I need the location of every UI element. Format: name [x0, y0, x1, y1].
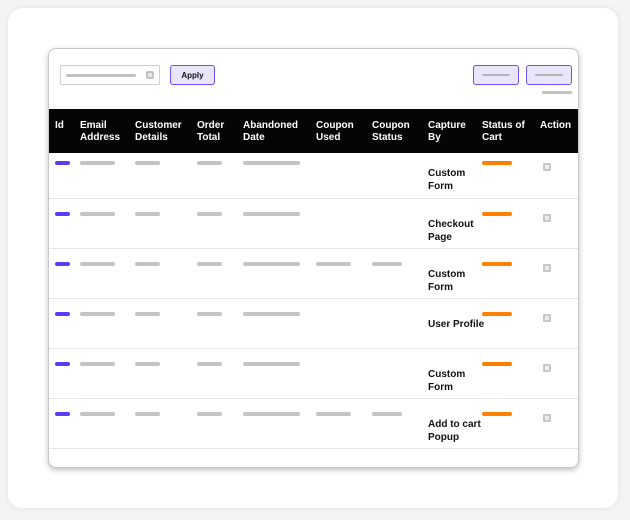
abandoned-carts-panel: Apply Id Email Address Customer Details …	[48, 48, 579, 468]
email-placeholder	[80, 362, 115, 366]
toolbar-button-2[interactable]	[526, 65, 572, 85]
action-icon[interactable]	[543, 214, 551, 222]
action-icon[interactable]	[543, 414, 551, 422]
order-total-placeholder	[197, 362, 222, 366]
order-total-placeholder	[197, 312, 222, 316]
abandoned-date-placeholder	[243, 412, 300, 416]
column-header-date[interactable]: Abandoned Date	[243, 120, 305, 144]
table-row: Checkout Page	[49, 198, 578, 249]
email-placeholder	[80, 262, 115, 266]
clear-icon[interactable]	[146, 71, 154, 79]
customer-placeholder	[135, 262, 160, 266]
apply-button[interactable]: Apply	[170, 65, 215, 85]
customer-placeholder	[135, 212, 160, 216]
search-input[interactable]	[60, 65, 160, 85]
abandoned-date-placeholder	[243, 262, 300, 266]
id-link-placeholder	[55, 161, 70, 165]
capture-by-text: Custom Form	[428, 168, 466, 192]
table-row: User Profile	[49, 298, 578, 349]
toolbar-caption-placeholder	[542, 91, 572, 94]
cart-status-placeholder	[482, 212, 512, 216]
email-placeholder	[80, 412, 115, 416]
email-placeholder	[80, 161, 115, 165]
coupon-used-placeholder	[316, 412, 351, 416]
customer-placeholder	[135, 412, 160, 416]
email-placeholder	[80, 212, 115, 216]
abandoned-date-placeholder	[243, 362, 300, 366]
toolbar-button-1[interactable]	[473, 65, 519, 85]
button-label-placeholder	[535, 74, 563, 76]
order-total-placeholder	[197, 412, 222, 416]
id-link-placeholder	[55, 212, 70, 216]
id-link-placeholder	[55, 412, 70, 416]
customer-placeholder	[135, 362, 160, 366]
action-icon[interactable]	[543, 163, 551, 171]
action-icon[interactable]	[543, 314, 551, 322]
order-total-placeholder	[197, 262, 222, 266]
column-header-customer[interactable]: Customer Details	[135, 120, 190, 144]
cart-status-placeholder	[482, 362, 512, 366]
table-header: Id Email Address Customer Details Order …	[49, 109, 578, 153]
cart-status-placeholder	[482, 312, 512, 316]
email-placeholder	[80, 312, 115, 316]
column-header-capture-by[interactable]: Capture By	[428, 120, 472, 144]
table-row: Add to cart Popup	[49, 398, 578, 449]
table-row: Custom Form	[49, 248, 578, 299]
action-icon[interactable]	[543, 364, 551, 372]
abandoned-date-placeholder	[243, 161, 300, 165]
capture-by-text: Custom Form	[428, 269, 466, 293]
column-header-email[interactable]: Email Address	[80, 120, 125, 144]
column-header-status[interactable]: Status of Cart	[482, 120, 532, 144]
cart-status-placeholder	[482, 161, 512, 165]
capture-by-text: Add to cart Popup	[428, 419, 481, 443]
table-row: Custom Form	[49, 153, 578, 199]
button-label-placeholder	[482, 74, 510, 76]
order-total-placeholder	[197, 212, 222, 216]
capture-by-text: Checkout Page	[428, 219, 474, 243]
capture-by-text: User Profile	[428, 319, 485, 330]
abandoned-date-placeholder	[243, 212, 300, 216]
column-header-coupon-status[interactable]: Coupon Status	[372, 120, 416, 144]
coupon-used-placeholder	[316, 262, 351, 266]
coupon-status-placeholder	[372, 262, 402, 266]
id-link-placeholder	[55, 312, 70, 316]
search-placeholder-line	[66, 74, 136, 77]
coupon-status-placeholder	[372, 412, 402, 416]
capture-by-text: Custom Form	[428, 369, 466, 393]
id-link-placeholder	[55, 262, 70, 266]
column-header-action[interactable]: Action	[540, 120, 571, 132]
abandoned-date-placeholder	[243, 312, 300, 316]
customer-placeholder	[135, 312, 160, 316]
column-header-coupon-used[interactable]: Coupon Used	[316, 120, 360, 144]
cart-status-placeholder	[482, 412, 512, 416]
order-total-placeholder	[197, 161, 222, 165]
customer-placeholder	[135, 161, 160, 165]
action-icon[interactable]	[543, 264, 551, 272]
table-row: Custom Form	[49, 348, 578, 399]
cart-status-placeholder	[482, 262, 512, 266]
id-link-placeholder	[55, 362, 70, 366]
column-header-total[interactable]: Order Total	[197, 120, 233, 144]
column-header-id[interactable]: Id	[55, 120, 64, 132]
